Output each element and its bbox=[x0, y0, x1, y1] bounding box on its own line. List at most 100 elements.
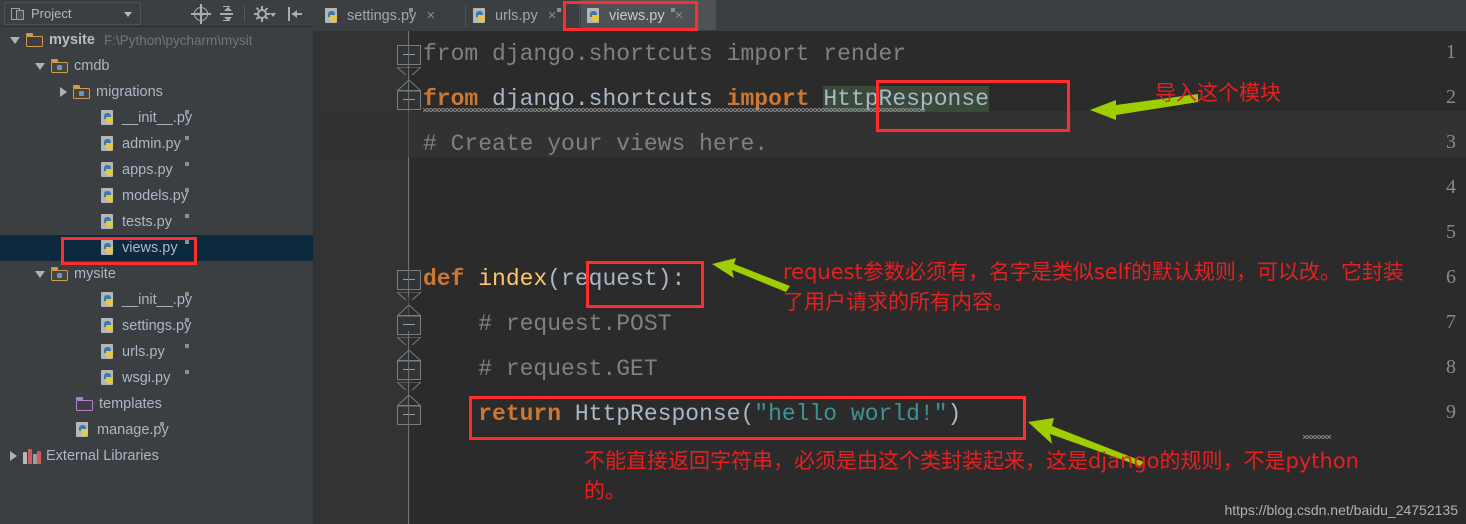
fold-arrow-down-icon bbox=[397, 335, 421, 345]
code-token: (request): bbox=[547, 266, 686, 292]
python-file-icon bbox=[101, 136, 189, 152]
close-icon[interactable]: × bbox=[426, 7, 435, 24]
project-file-tree[interactable]: mysite F:\Python\pycharm\mysit cmdb migrati… bbox=[0, 27, 313, 524]
editor-gutter bbox=[313, 31, 410, 524]
code-line-6: def index(request): bbox=[423, 266, 685, 292]
code-token: # Create your views here. bbox=[423, 131, 769, 157]
tree-item-manage-py[interactable]: manage.py bbox=[0, 417, 313, 443]
tree-item-models-py[interactable]: models.py bbox=[0, 183, 313, 209]
fold-guide-segment bbox=[408, 157, 409, 297]
project-tool-window: Project mysite F:\Python\pycharm\mysit c… bbox=[0, 0, 313, 524]
close-icon[interactable]: × bbox=[548, 7, 557, 24]
tree-item-label: __init__.py bbox=[122, 110, 193, 126]
code-line-3: # Create your views here. bbox=[423, 131, 768, 157]
tab-label: urls.py bbox=[495, 7, 538, 24]
tree-item-wsgi-py[interactable]: wsgi.py bbox=[0, 365, 313, 391]
tree-item-urls-py[interactable]: urls.py bbox=[0, 339, 313, 365]
chevron-down-icon bbox=[124, 12, 132, 17]
fold-marker[interactable] bbox=[397, 405, 421, 425]
line-number: 3 bbox=[1446, 131, 1456, 153]
fold-marker[interactable] bbox=[397, 45, 421, 65]
project-combo-label: Project bbox=[31, 6, 72, 21]
locate-target-icon[interactable] bbox=[190, 3, 212, 25]
source-folder-icon bbox=[51, 59, 68, 73]
line-number: 5 bbox=[1446, 221, 1456, 243]
code-token: ) bbox=[947, 401, 962, 427]
tree-item-settings-py[interactable]: settings.py bbox=[0, 313, 313, 339]
tree-item-external-libraries[interactable]: External Libraries bbox=[0, 443, 313, 469]
tree-item-label: templates bbox=[99, 396, 162, 412]
chevron-right-icon[interactable] bbox=[60, 87, 67, 97]
tree-item-label: settings.py bbox=[122, 318, 192, 334]
fold-guide-segment bbox=[408, 331, 409, 524]
watermark-url: https://blog.csdn.net/baidu_24752135 bbox=[1224, 502, 1458, 518]
fold-arrow-down-icon bbox=[397, 65, 421, 75]
fold-arrow-up-icon bbox=[395, 349, 423, 362]
code-token: "hello world!" bbox=[754, 401, 948, 427]
tree-item-label: wsgi.py bbox=[122, 370, 171, 386]
tree-item--init-py[interactable]: __init__.py bbox=[0, 105, 313, 131]
tree-item-mysite[interactable]: mysite F:\Python\pycharm\mysit bbox=[0, 27, 313, 53]
chevron-down-icon[interactable] bbox=[10, 36, 20, 44]
settings-gear-icon[interactable] bbox=[252, 3, 280, 25]
close-icon[interactable]: × bbox=[675, 7, 684, 24]
chevron-down-icon[interactable] bbox=[35, 270, 45, 278]
python-file-icon bbox=[101, 188, 189, 204]
tree-item-label: admin.py bbox=[122, 136, 181, 152]
code-line-7: # request.POST bbox=[423, 311, 671, 337]
line-number: 9 bbox=[1446, 401, 1456, 423]
fold-marker[interactable] bbox=[397, 90, 421, 110]
templates-folder-icon bbox=[76, 397, 93, 411]
annotation-return-note: 不能直接返回字符串，必须是由这个类封装起来，这是django的规则，不是pyth… bbox=[584, 449, 1359, 503]
editor-tab-views-py[interactable]: views.py × bbox=[581, 0, 716, 31]
python-file-icon bbox=[101, 292, 189, 308]
fold-arrow-up-icon bbox=[395, 79, 423, 92]
python-file-icon bbox=[101, 344, 189, 360]
collapse-all-icon[interactable] bbox=[215, 3, 237, 25]
source-folder-icon bbox=[73, 85, 90, 99]
code-token: return bbox=[478, 401, 562, 427]
tab-label: views.py bbox=[609, 7, 665, 24]
chevron-right-icon[interactable] bbox=[10, 451, 17, 461]
tree-item-mysite[interactable]: mysite bbox=[0, 261, 313, 287]
tree-item-cmdb[interactable]: cmdb bbox=[0, 53, 313, 79]
project-view-icon bbox=[11, 7, 25, 21]
editor-tab-urls-py[interactable]: urls.py × bbox=[467, 0, 579, 31]
tree-item-label: mysite bbox=[74, 266, 116, 282]
tree-item-label: mysite bbox=[49, 32, 95, 48]
chevron-down-icon[interactable] bbox=[35, 62, 45, 70]
tab-separator bbox=[579, 4, 580, 27]
project-view-selector[interactable]: Project bbox=[4, 2, 141, 25]
editor-tab-settings-py[interactable]: settings.py × bbox=[319, 0, 465, 31]
editor-tab-bar: settings.py × urls.py × views.py × bbox=[313, 0, 1466, 31]
tab-separator bbox=[465, 4, 466, 27]
fold-marker[interactable] bbox=[397, 360, 421, 380]
code-token: # request.GET bbox=[423, 356, 658, 382]
fold-marker[interactable] bbox=[397, 315, 421, 335]
code-line-8: # request.GET bbox=[423, 356, 658, 382]
tree-item-label: apps.py bbox=[122, 162, 173, 178]
line-number: 4 bbox=[1446, 176, 1456, 198]
tree-item-label: models.py bbox=[122, 188, 189, 204]
tree-item-admin-py[interactable]: admin.py bbox=[0, 131, 313, 157]
tree-item-label: cmdb bbox=[74, 58, 110, 74]
hide-panel-icon[interactable] bbox=[283, 3, 305, 25]
fold-marker[interactable] bbox=[397, 270, 421, 290]
tree-item-views-py[interactable]: views.py bbox=[0, 235, 313, 261]
chevron-down-icon bbox=[270, 13, 276, 17]
code-line-1: from django.shortcuts import render bbox=[423, 41, 906, 67]
tree-item-templates[interactable]: templates bbox=[0, 391, 313, 417]
fold-arrow-up-icon bbox=[395, 394, 423, 407]
tree-item-migrations[interactable]: migrations bbox=[0, 79, 313, 105]
python-file-icon bbox=[101, 240, 189, 256]
annotation-import-note: 导入这个模块 bbox=[1155, 81, 1281, 105]
tree-item-apps-py[interactable]: apps.py bbox=[0, 157, 313, 183]
fold-arrow-down-icon bbox=[397, 380, 421, 390]
python-file-icon bbox=[587, 7, 675, 24]
tree-item-label: migrations bbox=[96, 84, 163, 100]
tree-item-tests-py[interactable]: tests.py bbox=[0, 209, 313, 235]
tree-item--init-py[interactable]: __init__.py bbox=[0, 287, 313, 313]
python-file-icon bbox=[101, 110, 189, 126]
